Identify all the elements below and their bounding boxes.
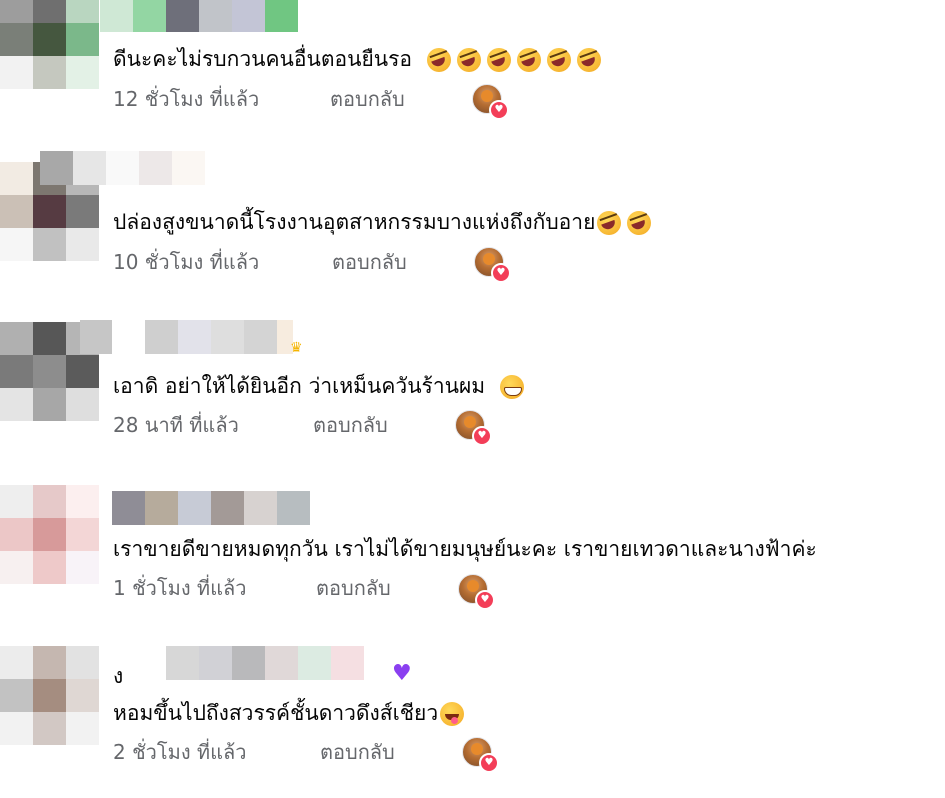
- emoji-row: [499, 375, 524, 399]
- comment-text: ปล่องสูงขนาดนี้โรงงานอุตสาหกรรมบางแห่งถึ…: [113, 207, 652, 237]
- author-name-blurred[interactable]: [145, 320, 293, 354]
- author-name-blurred[interactable]: [80, 320, 112, 354]
- timestamp[interactable]: 10 ชั่วโมง ที่แล้ว: [113, 248, 259, 276]
- grin-icon: [499, 375, 524, 399]
- rofl-icon: [546, 48, 571, 72]
- love-icon: ♥: [489, 100, 509, 120]
- comment-text: หอมขึ้นไปถึงสวรรค์ชั้นดาวดึงส์เชียว: [113, 698, 465, 728]
- emoji-row: [440, 702, 465, 726]
- timestamp[interactable]: 12 ชั่วโมง ที่แล้ว: [113, 85, 259, 113]
- comment-body: ปล่องสูงขนาดนี้โรงงานอุตสาหกรรมบางแห่งถึ…: [113, 210, 596, 234]
- reply-button[interactable]: ตอบกลับ: [320, 738, 395, 766]
- reply-button[interactable]: ตอบกลับ: [316, 574, 391, 602]
- love-icon: ♥: [491, 263, 511, 283]
- comment-text: ดีนะคะไม่รบกวนคนอื่นตอนยืนรอ: [113, 44, 601, 74]
- author-reaction[interactable]: ♥: [455, 410, 492, 446]
- avatar-blurred[interactable]: [0, 646, 100, 746]
- crown-icon: ♛: [290, 340, 303, 356]
- author-name-blurred[interactable]: [100, 0, 298, 32]
- rofl-icon: [627, 211, 652, 235]
- author-reaction[interactable]: ♥: [458, 574, 495, 610]
- rofl-icon: [426, 48, 451, 72]
- avatar-blurred[interactable]: [0, 485, 100, 585]
- comment-body: เราขายดีขายหมดทุกวัน เราไม่ได้ขายมนุษย์น…: [113, 537, 817, 561]
- timestamp[interactable]: 2 ชั่วโมง ที่แล้ว: [113, 738, 247, 766]
- love-icon: ♥: [472, 426, 492, 446]
- comment-body: เอาดิ อย่าให้ได้ยินอีก ว่าเหม็นควันร้านผ…: [113, 374, 486, 398]
- rofl-icon: [576, 48, 601, 72]
- author-name-blurred[interactable]: [40, 151, 205, 185]
- avatar-blurred[interactable]: [0, 0, 100, 90]
- timestamp[interactable]: 1 ชั่วโมง ที่แล้ว: [113, 574, 247, 602]
- love-icon: ♥: [479, 753, 499, 773]
- timestamp[interactable]: 28 นาที ที่แล้ว: [113, 411, 239, 439]
- comment-text: เอาดิ อย่าให้ได้ยินอีก ว่าเหม็นควันร้านผ…: [113, 371, 524, 401]
- rofl-icon: [597, 211, 622, 235]
- author-name-blurred[interactable]: [112, 491, 310, 525]
- author-reaction[interactable]: ♥: [474, 247, 511, 283]
- author-reaction[interactable]: ♥: [472, 84, 509, 120]
- purple-heart-icon: ♥: [392, 661, 412, 686]
- author-reaction[interactable]: ♥: [462, 737, 499, 773]
- comment-body: ดีนะคะไม่รบกวนคนอื่นตอนยืนรอ: [113, 47, 413, 71]
- emoji-row: [597, 211, 652, 235]
- emoji-row: [426, 48, 601, 72]
- rofl-icon: [516, 48, 541, 72]
- author-name-blurred[interactable]: [166, 646, 364, 680]
- love-icon: ♥: [475, 590, 495, 610]
- comment-body: หอมขึ้นไปถึงสวรรค์ชั้นดาวดึงส์เชียว: [113, 701, 439, 725]
- reply-button[interactable]: ตอบกลับ: [313, 411, 388, 439]
- reply-button[interactable]: ตอบกลับ: [332, 248, 407, 276]
- tongue-icon: [440, 702, 465, 726]
- reply-button[interactable]: ตอบกลับ: [330, 85, 405, 113]
- comment-text: เราขายดีขายหมดทุกวัน เราไม่ได้ขายมนุษย์น…: [113, 534, 817, 564]
- rofl-icon: [456, 48, 481, 72]
- name-prefix: ง: [113, 664, 124, 688]
- rofl-icon: [486, 48, 511, 72]
